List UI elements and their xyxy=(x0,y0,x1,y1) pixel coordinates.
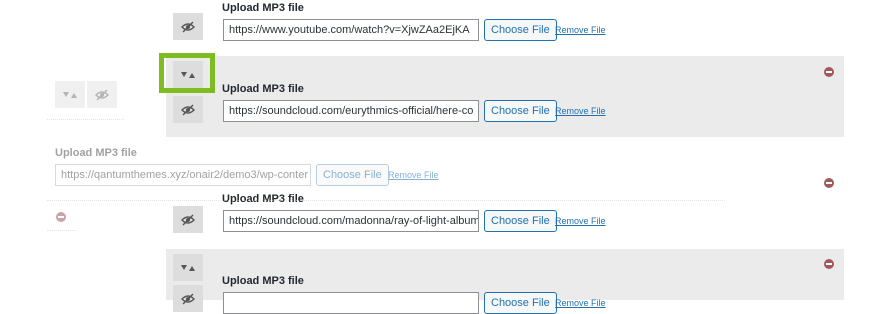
mp3-url-field[interactable]: https://soundcloud.com/eurythmics-offici… xyxy=(223,100,479,122)
track-row: Upload MP3 file https://soundcloud.com/m… xyxy=(166,140,844,246)
remove-file-link[interactable]: Remove File xyxy=(555,216,606,226)
mp3-url-field[interactable]: https://www.youtube.com/watch?v=XjwZAa2E… xyxy=(223,19,479,41)
track-row: Upload MP3 file https://soundcloud.com/e… xyxy=(166,56,844,137)
sort-handle xyxy=(55,81,85,108)
visibility-toggle[interactable] xyxy=(173,13,203,40)
mp3-url-field[interactable]: https://soundcloud.com/madonna/ray-of-li… xyxy=(223,210,479,232)
remove-circle-icon xyxy=(56,212,66,222)
visibility-toggle[interactable] xyxy=(173,285,203,312)
upload-label: Upload MP3 file xyxy=(222,275,304,287)
sort-arrows-icon xyxy=(63,91,77,98)
sort-handle[interactable] xyxy=(173,254,203,281)
choose-file-button[interactable]: Choose File xyxy=(484,292,557,314)
visibility-toggle[interactable] xyxy=(173,96,203,123)
upload-label: Upload MP3 file xyxy=(55,147,137,159)
track-row: Upload MP3 file Choose File Remove File xyxy=(166,249,844,314)
hidden-eye-icon xyxy=(181,21,195,32)
remove-file-link[interactable]: Remove File xyxy=(555,25,606,35)
remove-circle-icon[interactable] xyxy=(824,67,834,77)
choose-file-button[interactable]: Choose File xyxy=(484,19,557,41)
upload-label: Upload MP3 file xyxy=(222,2,304,14)
upload-label: Upload MP3 file xyxy=(222,193,304,205)
remove-file-link[interactable]: Remove File xyxy=(555,106,606,116)
hidden-eye-icon xyxy=(181,293,195,304)
ghost-divider xyxy=(47,230,77,231)
drag-highlight-outline xyxy=(159,53,215,93)
visibility-toggle xyxy=(87,81,117,108)
hidden-eye-icon xyxy=(181,104,195,115)
upload-label: Upload MP3 file xyxy=(222,83,304,95)
hidden-eye-icon xyxy=(181,214,195,225)
visibility-toggle[interactable] xyxy=(173,206,203,233)
choose-file-button[interactable]: Choose File xyxy=(484,210,557,232)
sort-arrows-icon xyxy=(181,264,195,271)
hidden-eye-icon xyxy=(95,89,109,100)
remove-circle-icon[interactable] xyxy=(824,178,834,188)
choose-file-button[interactable]: Choose File xyxy=(484,100,557,122)
ghost-divider xyxy=(47,119,124,120)
remove-circle-icon[interactable] xyxy=(824,259,834,269)
track-row: Upload MP3 file https://www.youtube.com/… xyxy=(166,0,844,48)
mp3-url-field[interactable] xyxy=(223,292,479,314)
